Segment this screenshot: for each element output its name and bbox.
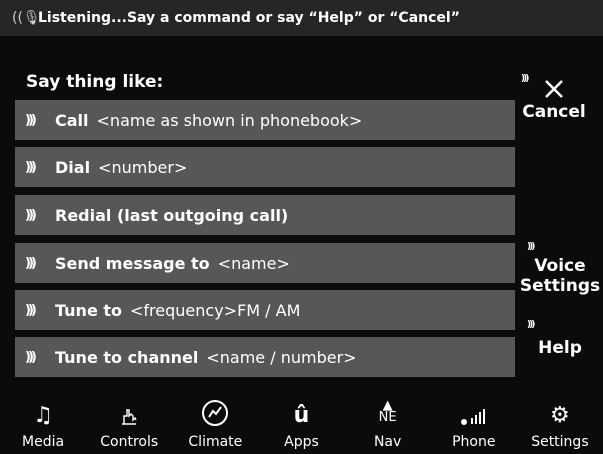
command-label: Tune to channel <box>55 347 199 367</box>
command-call[interactable]: ))) Call <name as shown in phonebook> <box>15 100 515 140</box>
command-arg: <name as shown in phonebook> <box>96 110 363 130</box>
nav-label: Phone <box>452 434 496 450</box>
command-arg: <name> <box>217 253 290 273</box>
nav-label: Media <box>22 434 65 450</box>
speaker-icon: ))) <box>527 320 535 330</box>
speaker-icon: ))) <box>521 74 529 84</box>
nav-climate[interactable]: Climate <box>175 398 255 454</box>
prompt-title: Say thing like: <box>26 72 164 92</box>
command-arg: <number> <box>98 157 188 177</box>
music-note-icon: ♫ <box>33 403 53 428</box>
cancel-button[interactable]: ))) Cancel <box>519 72 589 128</box>
nav-label: Controls <box>100 434 159 450</box>
nav-media[interactable]: ♫ Media <box>3 398 83 454</box>
nav-apps[interactable]: û Apps <box>261 398 341 454</box>
nav-settings[interactable]: ⚙ Settings <box>520 398 600 454</box>
speaker-icon: ))) <box>25 302 37 318</box>
speaker-icon: ))) <box>25 207 37 223</box>
speaker-icon: ))) <box>25 255 37 271</box>
command-arg: <name / number> <box>206 347 357 367</box>
speaker-icon: ))) <box>25 349 37 365</box>
speaker-icon: ))) <box>527 242 535 252</box>
nav-label: Settings <box>531 434 589 450</box>
command-tune-channel[interactable]: ))) Tune to channel <name / number> <box>15 337 515 377</box>
speaker-icon: ))) <box>25 112 37 128</box>
nav-controls[interactable]: Controls <box>89 398 169 454</box>
command-label: Redial (last outgoing call) <box>55 205 289 225</box>
voice-settings-label: Voice <box>534 256 586 276</box>
phone-signal-icon <box>459 398 489 428</box>
nav-label: Nav <box>373 434 402 450</box>
nav-phone[interactable]: Phone <box>434 398 514 454</box>
help-button[interactable]: ))) Help <box>525 318 595 364</box>
voice-settings-label-2: Settings <box>519 276 601 296</box>
status-bar: ((🎙 Listening...Say a command or say “He… <box>0 0 603 36</box>
compass-ne-icon: ▲ NE <box>378 398 397 425</box>
command-label: Send message to <box>55 253 210 273</box>
command-label: Call <box>55 110 89 130</box>
command-tune[interactable]: ))) Tune to <frequency>FM / AM <box>15 290 515 330</box>
climate-icon <box>200 398 230 428</box>
status-text: Listening...Say a command or say “Help” … <box>38 10 460 26</box>
nav-nav[interactable]: ▲ NE Nav <box>348 398 428 454</box>
cancel-label: Cancel <box>522 102 586 122</box>
command-dial[interactable]: ))) Dial <number> <box>15 147 515 187</box>
command-label: Tune to <box>55 300 122 320</box>
nav-label: Climate <box>188 434 243 450</box>
command-send-message[interactable]: ))) Send message to <name> <box>15 243 515 283</box>
hand-controls-icon <box>118 398 140 428</box>
nav-label: Apps <box>284 434 319 450</box>
command-label: Dial <box>55 157 91 177</box>
help-label: Help <box>538 338 582 358</box>
gear-icon: ⚙ <box>550 403 570 428</box>
voice-settings-button[interactable]: ))) Voice Settings <box>519 242 601 302</box>
command-arg: <frequency>FM / AM <box>130 300 301 320</box>
command-redial[interactable]: ))) Redial (last outgoing call) <box>15 195 515 235</box>
voice-listening-icon: ((🎙 <box>12 10 41 26</box>
apps-icon: û <box>293 403 310 428</box>
speaker-icon: ))) <box>25 159 37 175</box>
bottom-nav: ♫ Media Controls Climate û Apps ▲ NE Nav … <box>0 398 603 454</box>
